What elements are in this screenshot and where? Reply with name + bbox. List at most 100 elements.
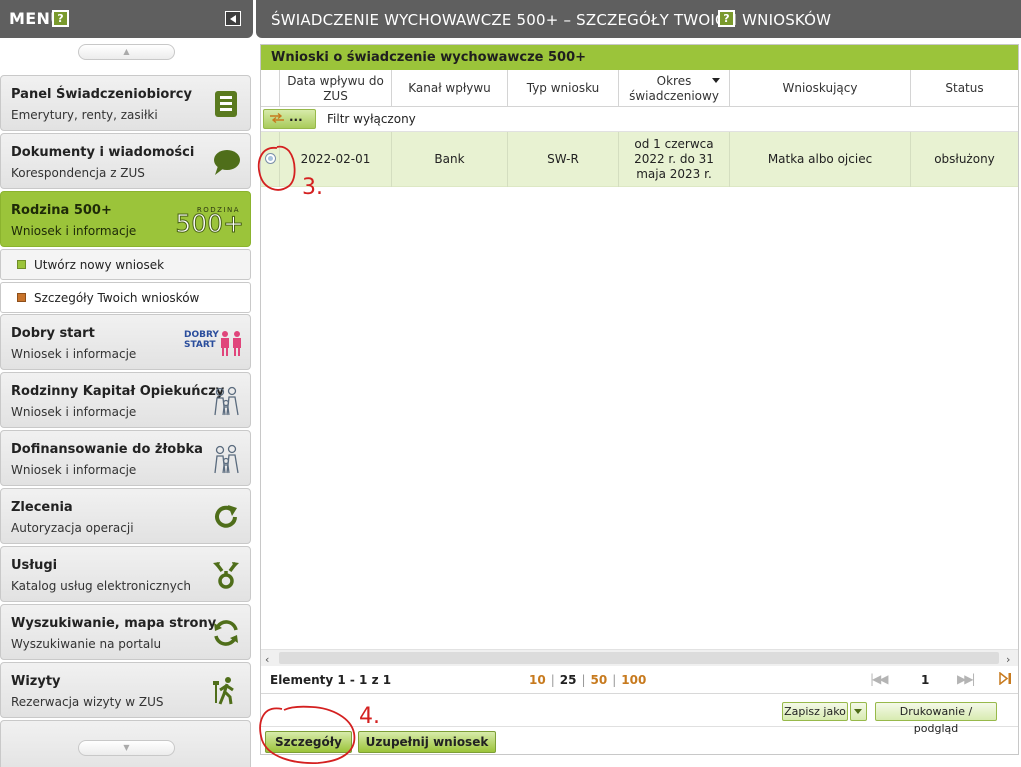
start-logo-text: START [184, 340, 216, 350]
print-preview-button[interactable]: Drukowanie / podgląd [875, 702, 997, 735]
cell-applicant: Matka albo ojciec [729, 132, 910, 187]
filter-status-label: Filtr wyłączony [327, 112, 416, 126]
sidebar-item-title: Rodzinny Kapitał Opiekuńczy [11, 384, 225, 399]
separator: | [550, 673, 555, 687]
sidebar-item-dokumenty[interactable]: Dokumenty i wiadomości Korespondencja z … [0, 133, 251, 189]
sidebar-item-wizyty[interactable]: Wizyty Rezerwacja wizyty w ZUS [0, 662, 251, 718]
details-button[interactable]: Szczegóły [265, 731, 352, 753]
cell-date: 2022-02-01 [279, 132, 391, 187]
table-header: Data wpływu do ZUS Kanał wpływu Typ wnio… [261, 70, 1018, 107]
sidebar-item-wyszukiwanie[interactable]: Wyszukiwanie, mapa strony Wyszukiwanie n… [0, 604, 251, 660]
sidebar-item-zlecenia[interactable]: Zlecenia Autoryzacja operacji [0, 488, 251, 544]
sidebar-item-subtitle: Wniosek i informacje [11, 347, 137, 361]
last-page-icon[interactable] [999, 672, 1012, 685]
row-radio-button[interactable] [265, 153, 276, 164]
help-icon[interactable]: ? [52, 10, 69, 27]
panel-title: Wnioski o świadczenie wychowawcze 500+ [261, 45, 1018, 70]
table-row[interactable]: 2022-02-01 Bank SW-R od 1 czerwca 2022 r… [261, 132, 1018, 187]
sidebar-item-uslugi[interactable]: Usługi Katalog usług elektronicznych [0, 546, 251, 602]
column-header-label: Typ wniosku [526, 81, 600, 95]
speech-bubble-icon [214, 150, 240, 175]
scrollbar-thumb[interactable] [279, 652, 999, 664]
column-header-channel[interactable]: Kanał wpływu [391, 70, 507, 107]
sort-desc-icon [712, 78, 720, 83]
page-size-option-current: 25 [559, 673, 577, 687]
sync-icon [214, 620, 238, 646]
sidebar-subitem-label: Szczegóły Twoich wniosków [34, 291, 200, 305]
elements-count: Elementy 1 - 1 z 1 [270, 673, 392, 687]
sidebar-item-title: Dobry start [11, 326, 95, 341]
sidebar-item-subtitle: Wyszukiwanie na portalu [11, 637, 162, 651]
document-stack-icon [215, 91, 237, 117]
column-header-status[interactable]: Status [910, 70, 1018, 107]
sidebar-item-rodzina-500[interactable]: Rodzina 500+ Wniosek i informacje RODZIN… [0, 191, 251, 247]
column-header-label: Status [945, 81, 984, 95]
next-page-icon[interactable]: ▶▶| [957, 672, 975, 686]
sidebar-item-subtitle: Wniosek i informacje [11, 463, 137, 477]
filter-button[interactable]: ... [263, 109, 316, 129]
sidebar-item-title: Panel Świadczeniobiorcy [11, 87, 192, 102]
cell-status: obsłużony [910, 132, 1018, 187]
page-size-selector: 10 | 25 | 50 | 100 [529, 673, 646, 687]
rodzina-500-logo: RODZINA 500+ [175, 206, 245, 237]
pager: Elementy 1 - 1 z 1 10 | 25 | 50 | 100 |◀◀ 1 ▶▶… [261, 666, 1018, 694]
sidebar-item-title: Wyszukiwanie, mapa strony [11, 616, 217, 631]
filter-row: ... Filtr wyłączony [261, 107, 1018, 132]
sidebar-item-subtitle: Emerytury, renty, zasiłki [11, 108, 158, 122]
sidebar-item-dofinansowanie-zlobka[interactable]: Dofinansowanie do żłobka Wniosek i infor… [0, 430, 251, 486]
menu-scroll-down-button[interactable]: ▼ [78, 740, 175, 756]
cell-period: od 1 czerwca 2022 r. do 31 maja 2023 r. [618, 132, 729, 187]
help-icon[interactable]: ? [718, 10, 735, 27]
column-header-label: Wnioskujący [782, 81, 858, 95]
cell-type: SW-R [507, 132, 618, 187]
page-header: ŚWIADCZENIE WYCHOWAWCZE 500+ – SZCZEGÓŁY… [256, 0, 1021, 38]
scroll-left-icon[interactable]: ‹ [265, 653, 269, 666]
services-icon [213, 561, 239, 589]
complete-application-button[interactable]: Uzupełnij wniosek [358, 731, 496, 753]
save-as-dropdown-icon[interactable] [850, 702, 867, 721]
first-page-icon[interactable]: |◀◀ [870, 672, 888, 686]
menu-scroll-up-button[interactable]: ▲ [78, 44, 175, 60]
page-title: ŚWIADCZENIE WYCHOWAWCZE 500+ – SZCZEGÓŁY… [271, 11, 832, 29]
page-size-option[interactable]: 10 [529, 673, 546, 687]
sidebar-item-rodzinny-kapital[interactable]: Rodzinny Kapitał Opiekuńczy Wniosek i in… [0, 372, 251, 428]
column-header-period[interactable]: Okres świadczeniowy [618, 70, 729, 107]
rodzina-logo-big-text: 500+ [175, 209, 245, 238]
sidebar-item-subtitle: Autoryzacja operacji [11, 521, 134, 535]
sidebar-item-title: Dokumenty i wiadomości [11, 145, 195, 160]
collapse-menu-icon[interactable] [225, 11, 241, 26]
bullet-icon [17, 260, 26, 269]
sidebar-subitem-application-details[interactable]: Szczegóły Twoich wniosków [0, 282, 251, 313]
sidebar-item-panel-swiadczeniobiorcy[interactable]: Panel Świadczeniobiorcy Emerytury, renty… [0, 75, 251, 131]
sidebar-item-subtitle: Wniosek i informacje [11, 224, 137, 238]
page-size-option[interactable]: 100 [621, 673, 646, 687]
scroll-right-icon[interactable]: › [1006, 653, 1010, 666]
sidebar-item-dobry-start[interactable]: Dobry start Wniosek i informacje DOBRY S… [0, 314, 251, 370]
horizontal-scrollbar[interactable]: ‹ › [261, 649, 1018, 666]
column-header-select [261, 70, 279, 107]
column-header-label: Data wpływu do ZUS [287, 73, 384, 103]
column-header-applicant[interactable]: Wnioskujący [729, 70, 910, 107]
applications-panel: Wnioski o świadczenie wychowawcze 500+ D… [260, 44, 1019, 755]
column-header-type[interactable]: Typ wniosku [507, 70, 618, 107]
sidebar-subitem-label: Utwórz nowy wniosek [34, 258, 165, 272]
column-header-date[interactable]: Data wpływu do ZUS [279, 70, 391, 107]
dobry-logo-text: DOBRY [184, 330, 219, 340]
filter-arrows-icon [270, 113, 284, 123]
page-size-option[interactable]: 50 [591, 673, 608, 687]
sidebar: MENU ? ▲ Panel Świadczeniobiorcy Emerytu… [0, 0, 253, 767]
current-page: 1 [921, 673, 930, 687]
sidebar-item-title: Zlecenia [11, 500, 73, 515]
separator: | [581, 673, 586, 687]
family-icon [214, 386, 239, 416]
column-header-label: Kanał wpływu [408, 81, 491, 95]
row-select-cell[interactable] [261, 132, 279, 187]
family-icon [214, 444, 239, 474]
sidebar-item-subtitle: Korespondencja z ZUS [11, 166, 145, 180]
separator: | [612, 673, 617, 687]
cell-channel: Bank [391, 132, 507, 187]
sidebar-item-subtitle: Rezerwacja wizyty w ZUS [11, 695, 164, 709]
sidebar-item-title: Dofinansowanie do żłobka [11, 442, 203, 457]
save-as-button[interactable]: Zapisz jako [782, 702, 848, 721]
sidebar-subitem-new-application[interactable]: Utwórz nowy wniosek [0, 249, 251, 280]
